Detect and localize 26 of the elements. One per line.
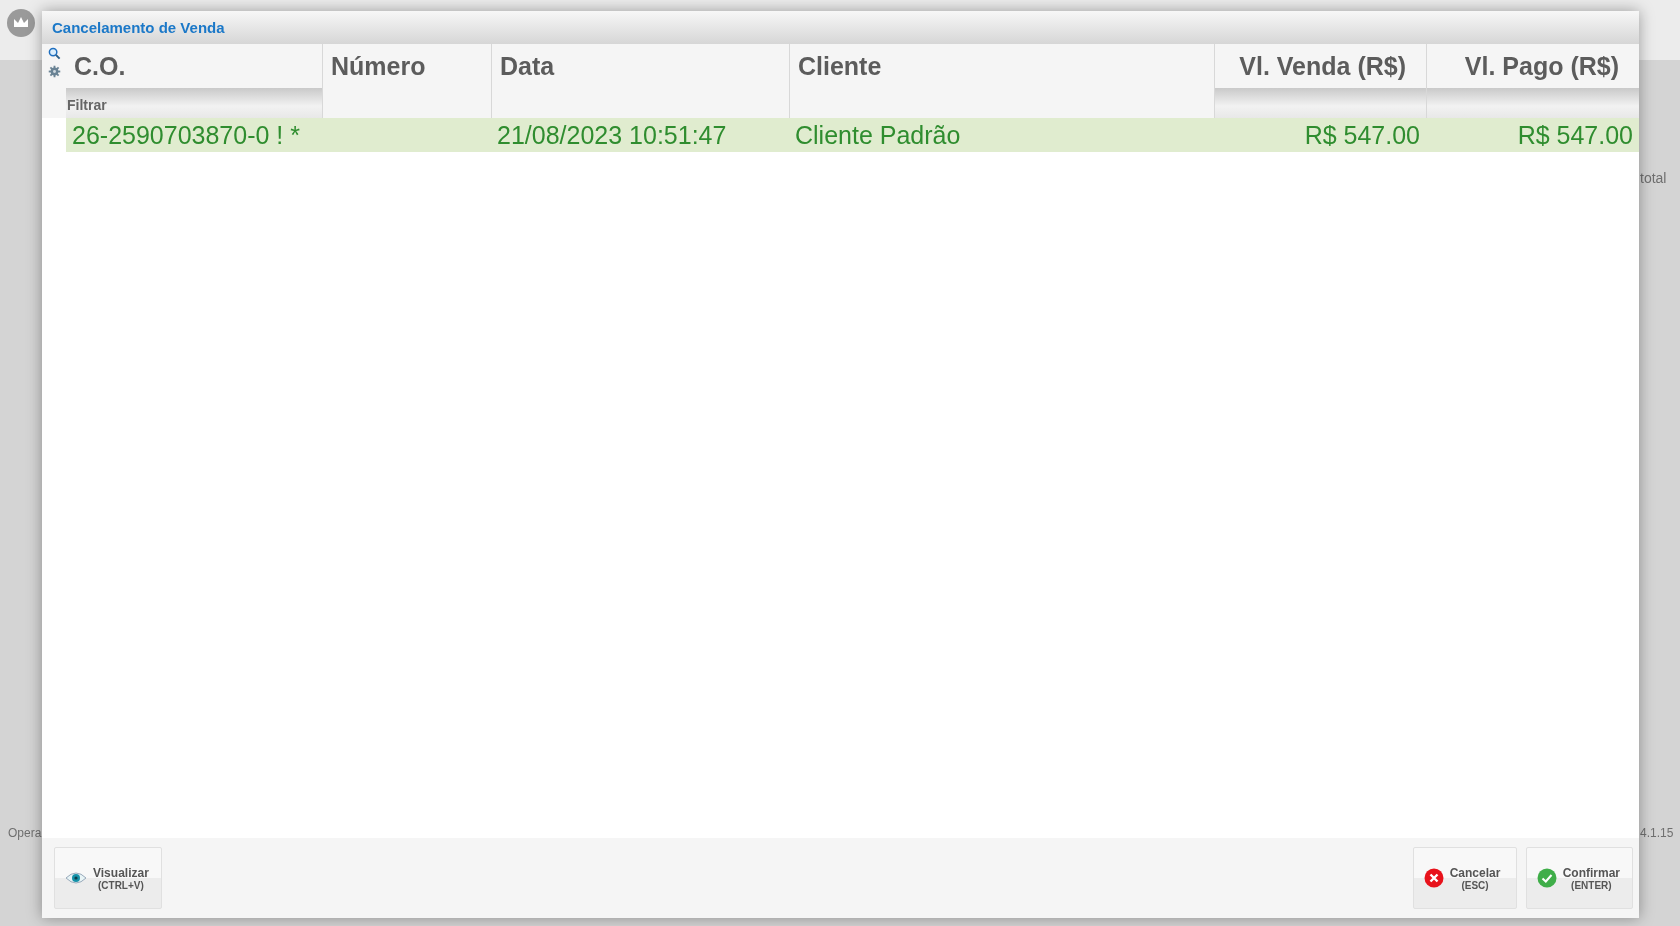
crown-icon [6,8,36,38]
column-header[interactable]: Número [323,44,491,88]
column-header[interactable]: Vl. Venda (R$) [1215,44,1426,88]
column-header[interactable]: Vl. Pago (R$) [1427,44,1639,88]
label-text: total [1640,170,1667,186]
view-button[interactable]: Visualizar (CTRL+V) [54,847,162,909]
close-icon [1423,868,1444,888]
table-cell: 21/08/2023 10:51:47 [497,120,727,150]
confirm-button[interactable]: Confirmar (ENTER) [1525,847,1633,909]
table-cell: R$ 547.00 [1304,120,1420,150]
check-icon [1536,868,1557,888]
search-icon[interactable] [47,47,61,60]
table-row[interactable]: 26-2590703870-0 ! * 21/08/2023 10:51:47 Cliente Padrão R$ 547.00 R$ 547.00 [66,118,1639,152]
status-text: Opera [8,826,42,840]
table-cell: R$ 547.00 [1517,120,1633,150]
table-cell: 26-2590703870-0 ! * [72,120,300,150]
cancel-button[interactable]: Cancelar (ESC) [1412,847,1517,909]
dialog-title: Cancelamento de Venda [52,19,225,36]
column-header[interactable]: C.O. [66,44,322,88]
version-text: 4.1.15 [1640,826,1674,840]
settings-icon[interactable] [47,65,61,78]
filter-field[interactable]: Filtrar [66,88,322,118]
table-cell: Cliente Padrão [795,120,961,150]
column-header[interactable]: Cliente [790,44,1214,88]
eye-icon [65,871,87,885]
column-header[interactable]: Data [492,44,789,88]
